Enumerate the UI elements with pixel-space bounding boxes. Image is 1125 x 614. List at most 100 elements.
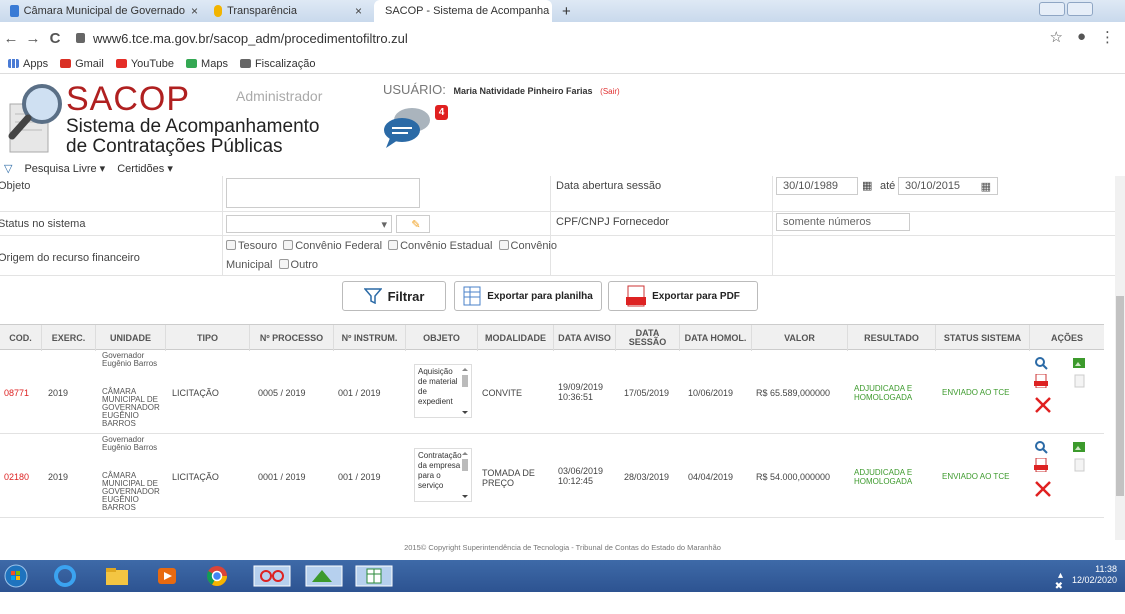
data-abertura-label: Data abertura sessão (556, 180, 662, 192)
delete-icon[interactable] (1034, 480, 1052, 498)
export-pdf-button[interactable]: Exportar para PDF (608, 281, 758, 311)
convenio-estadual-checkbox[interactable] (388, 240, 399, 250)
system-name-line2: de Contratações Públicas (66, 136, 283, 157)
bookmark-maps[interactable]: Maps (186, 58, 228, 70)
reload-icon[interactable]: C (44, 30, 66, 47)
convenio-federal-checkbox[interactable] (283, 240, 294, 250)
bookmark-gmail[interactable]: Gmail (60, 58, 104, 70)
delete-icon[interactable] (1034, 396, 1052, 414)
document-icon[interactable] (1072, 458, 1086, 472)
exerc-cell: 2019 (48, 388, 69, 398)
page-scrollbar[interactable] (1115, 176, 1125, 540)
bookmark-youtube[interactable]: YouTube (115, 58, 174, 70)
scrollbar[interactable] (461, 367, 469, 415)
new-tab-button[interactable]: + (556, 0, 578, 22)
pdf-icon[interactable] (1034, 458, 1048, 472)
col-resultado[interactable]: RESULTADO (848, 325, 936, 351)
forward-icon[interactable]: → (22, 30, 44, 47)
cod-link[interactable]: 08771 (4, 388, 29, 398)
image-upload-icon[interactable] (1072, 440, 1086, 454)
back-icon[interactable]: ← (0, 30, 22, 47)
account-icon[interactable]: ● (1077, 28, 1086, 46)
col-processo[interactable]: Nº PROCESSO (250, 325, 334, 351)
tab-sacop[interactable]: SACOP - Sistema de Acompanha × (374, 0, 552, 22)
search-icon[interactable] (1034, 356, 1048, 370)
tesouro-checkbox[interactable] (226, 240, 236, 250)
photos-icon[interactable] (304, 564, 344, 588)
scrollbar[interactable] (461, 451, 469, 499)
main-menu: ▽ Pesquisa Livre ▾ Certidões ▾ (0, 160, 1125, 176)
convenio-municipal-checkbox[interactable] (498, 240, 509, 250)
scrollbar-thumb[interactable] (1116, 296, 1124, 496)
apps-icon (8, 59, 19, 68)
menu-certidoes[interactable]: Certidões ▾ (117, 162, 173, 175)
tray-icons[interactable]: ▴ ✖ ▣ ◀ (1054, 570, 1069, 614)
unidade-orgao: CÂMARA MUNICIPAL DE GOVERNADOR EUGÊNIO B… (102, 471, 160, 512)
search-icon[interactable] (1034, 440, 1048, 454)
clock-time: 11:38 (1095, 564, 1117, 574)
col-instrum[interactable]: Nº INSTRUM. (334, 325, 406, 351)
col-data-homol[interactable]: DATA HOMOL. (680, 325, 752, 351)
cpf-input[interactable]: somente números (776, 213, 910, 231)
image-upload-icon[interactable] (1072, 356, 1086, 370)
col-status[interactable]: STATUS SISTEMA (936, 325, 1030, 351)
app-logo-text: SACOP (66, 80, 191, 118)
objeto-textarea[interactable] (226, 178, 420, 208)
calendar-icon[interactable]: ▦ (862, 179, 872, 192)
menu-pesquisa-livre[interactable]: Pesquisa Livre ▾ (24, 162, 105, 175)
clear-status-button[interactable]: ✎ (396, 215, 430, 233)
fiscalizacao-icon (239, 59, 251, 68)
bookmark-fiscalizacao[interactable]: Fiscalização (239, 58, 315, 70)
objeto-scrollbox[interactable]: Contratação da empresa para o serviço (414, 448, 472, 502)
star-icon[interactable]: ☆ (1049, 28, 1062, 46)
unidade-municipio: Governador Eugênio Barros (102, 351, 158, 368)
menu-icon[interactable]: ⋮ (1100, 28, 1115, 46)
tab-camara[interactable]: Câmara Municipal de Governado × (4, 0, 204, 22)
taskbar: ▴ ✖ ▣ ◀ 11:38 12/02/2020 (0, 560, 1125, 614)
col-modalidade[interactable]: MODALIDADE (478, 325, 554, 351)
chrome-icon[interactable] (202, 564, 232, 588)
col-cod[interactable]: COD. (0, 325, 42, 351)
cod-link[interactable]: 02180 (4, 472, 29, 482)
col-unidade[interactable]: UNIDADE (96, 325, 166, 351)
maps-icon (186, 59, 198, 68)
document-icon[interactable] (1072, 374, 1086, 388)
tab-transparencia[interactable]: Transparência × (208, 0, 368, 22)
start-button-icon[interactable] (2, 564, 32, 588)
objeto-scrollbox[interactable]: Aquisição de material de expedient (414, 364, 472, 418)
media-player-icon[interactable] (152, 564, 182, 588)
spreadsheet-app-icon[interactable] (354, 564, 394, 588)
maximize-button[interactable] (1067, 2, 1093, 16)
origem-options-line2: Municipal Outro (226, 259, 319, 271)
col-data-aviso[interactable]: DATA AVISO (554, 325, 616, 351)
close-window-button[interactable] (1095, 2, 1121, 16)
pdf-icon[interactable] (1034, 374, 1048, 388)
status-select[interactable]: ▾ (226, 215, 392, 233)
filter-button[interactable]: Filtrar (342, 281, 446, 311)
export-spreadsheet-button[interactable]: Exportar para planilha (454, 281, 602, 311)
col-data-sessao[interactable]: DATA SESSÃO (616, 325, 680, 351)
url-field[interactable]: www6.tce.ma.gov.br/sacop_adm/procediment… (76, 31, 408, 46)
chevron-down-icon: ▾ (381, 218, 387, 231)
messages-icon[interactable] (382, 104, 434, 150)
close-icon[interactable]: × (191, 4, 198, 18)
internet-explorer-icon[interactable] (50, 564, 80, 588)
bookmark-apps[interactable]: Apps (8, 58, 48, 70)
calendar-icon[interactable]: ▦ (981, 180, 991, 193)
outro-checkbox[interactable] (278, 259, 289, 269)
col-tipo[interactable]: TIPO (166, 325, 250, 351)
col-acoes: AÇÕES (1050, 332, 1083, 343)
col-valor[interactable]: VALOR (752, 325, 848, 351)
logout-link[interactable]: (Sair) (600, 87, 620, 96)
snipping-tool-icon[interactable] (252, 564, 292, 588)
minimize-button[interactable] (1039, 2, 1065, 16)
table-header: COD. EXERC. UNIDADE TIPO Nº PROCESSO Nº … (0, 324, 1104, 351)
col-objeto[interactable]: OBJETO (406, 325, 478, 351)
date-from-input[interactable]: 30/10/1989 (776, 177, 858, 195)
close-icon[interactable]: × (355, 4, 362, 18)
app-header: SACOP Sistema de Acompanhamento de Contr… (0, 74, 1125, 160)
date-to-input[interactable]: 30/10/2015 ▦ (898, 177, 998, 195)
file-explorer-icon[interactable] (102, 564, 132, 588)
col-exerc[interactable]: EXERC. (42, 325, 96, 351)
eraser-icon: ✎ (411, 218, 421, 231)
